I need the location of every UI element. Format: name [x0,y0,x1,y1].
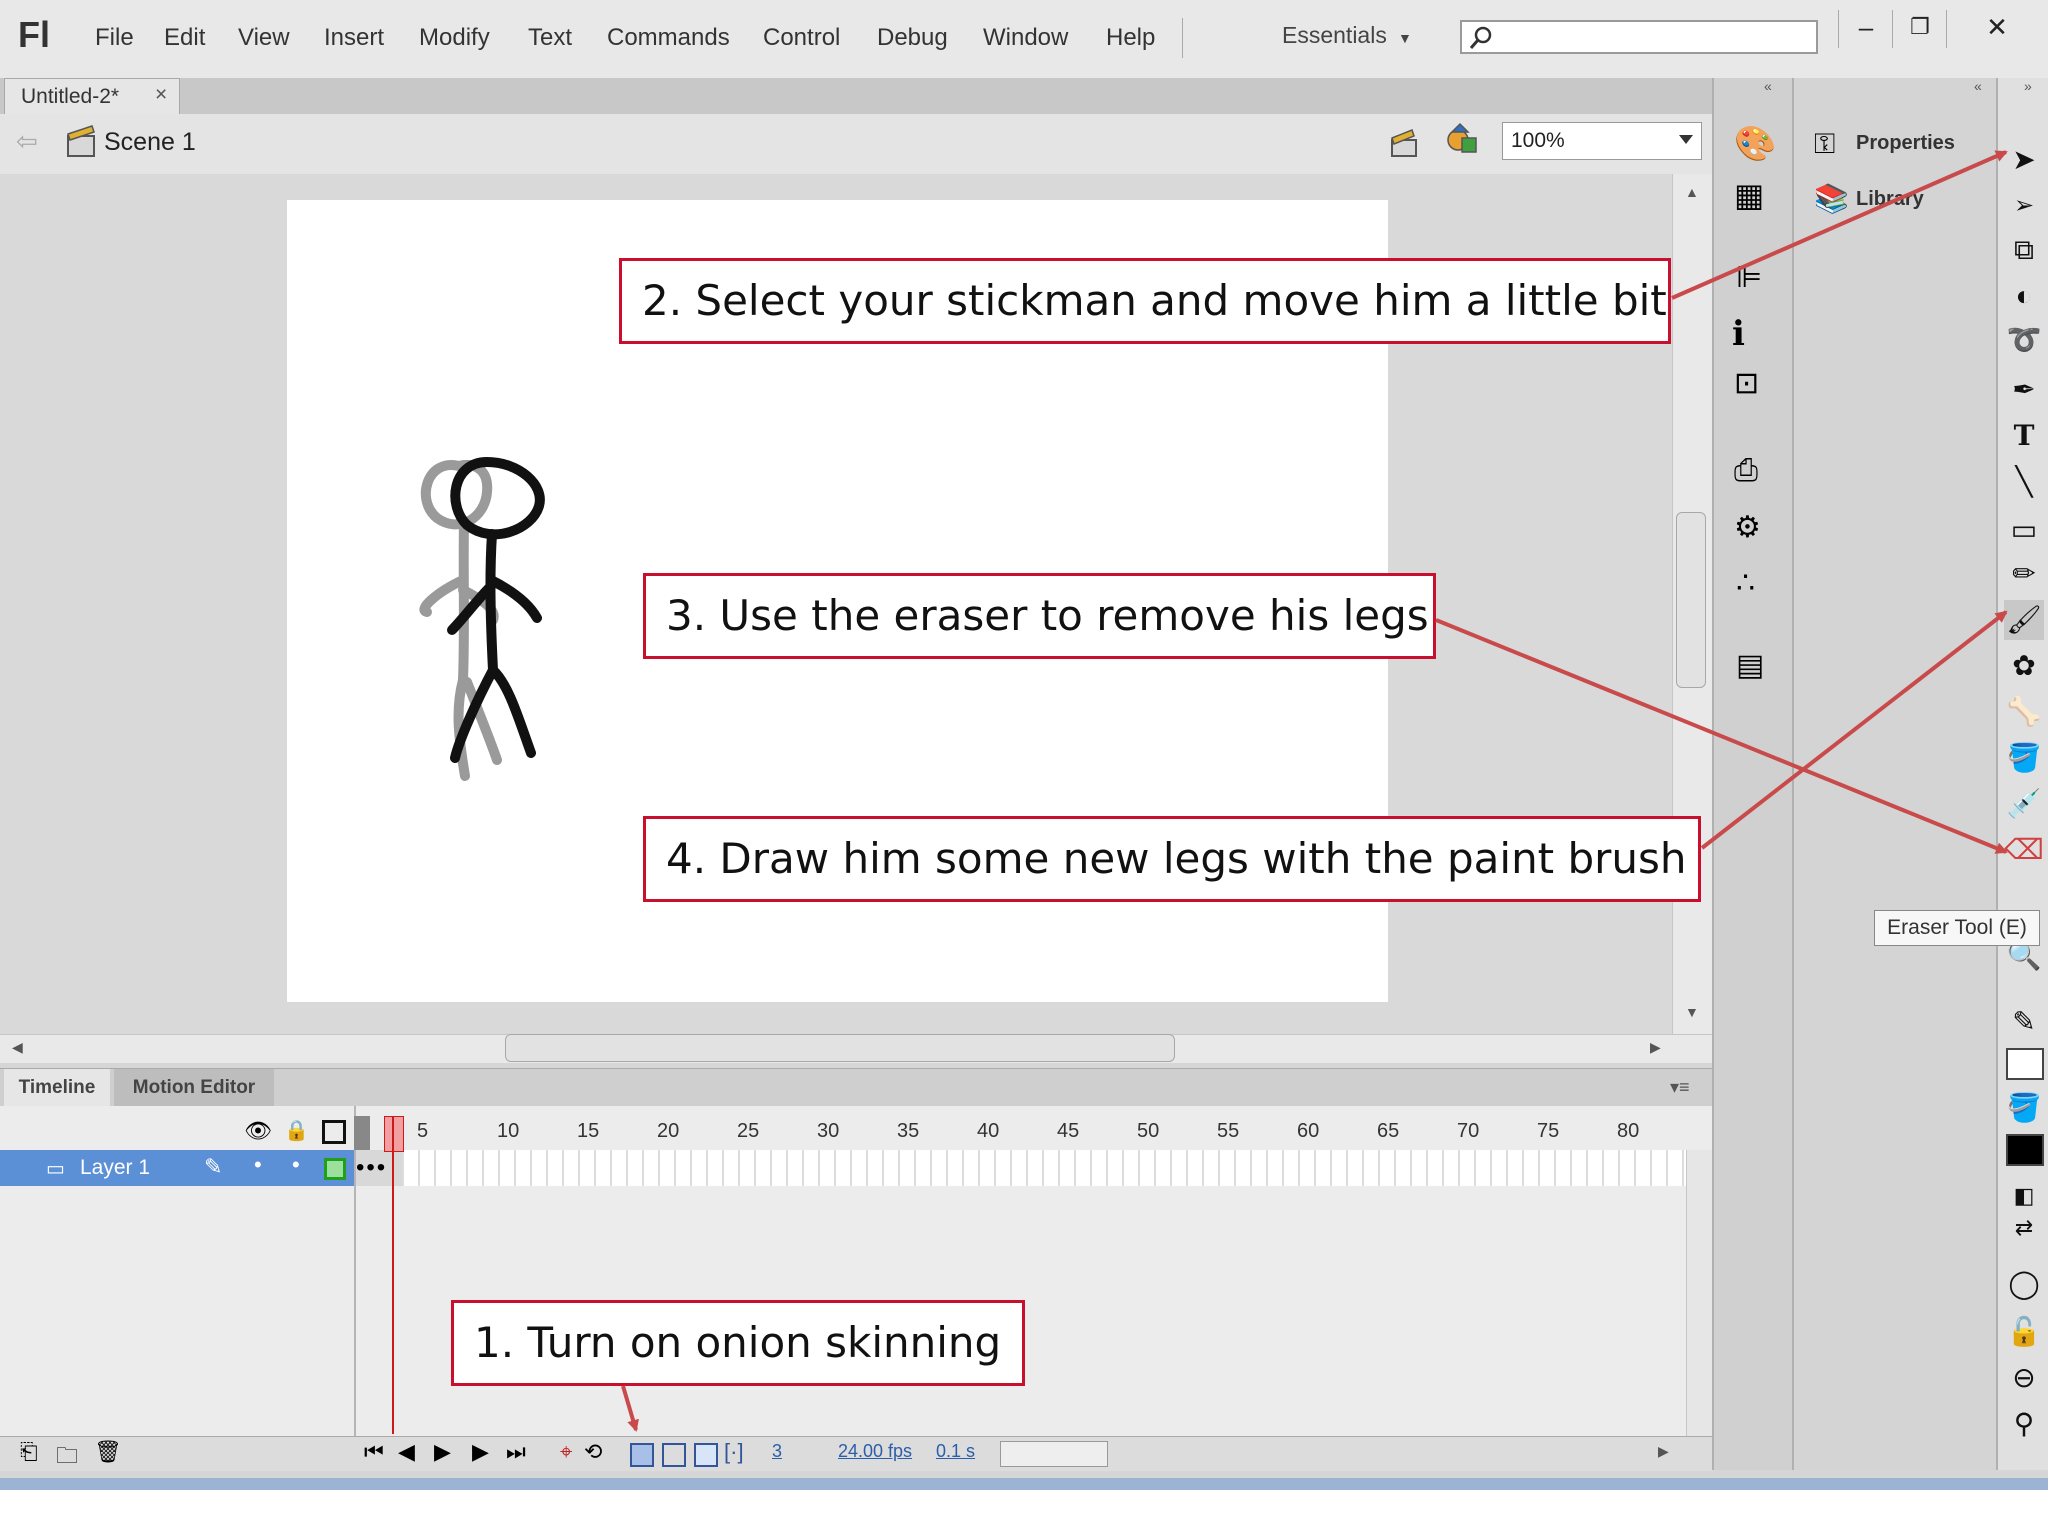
taskbar-strip [0,1478,2048,1490]
arrow-to-brush-tool [1700,610,2008,850]
arrow-to-selection-tool [1671,150,2008,300]
flash-application: Fl File Edit View Insert Modify Text Com… [0,0,2048,1490]
arrow-to-eraser-tool [1435,618,2008,854]
arrow-to-onion-skin [621,1385,639,1432]
callout-arrows [621,150,2008,1432]
